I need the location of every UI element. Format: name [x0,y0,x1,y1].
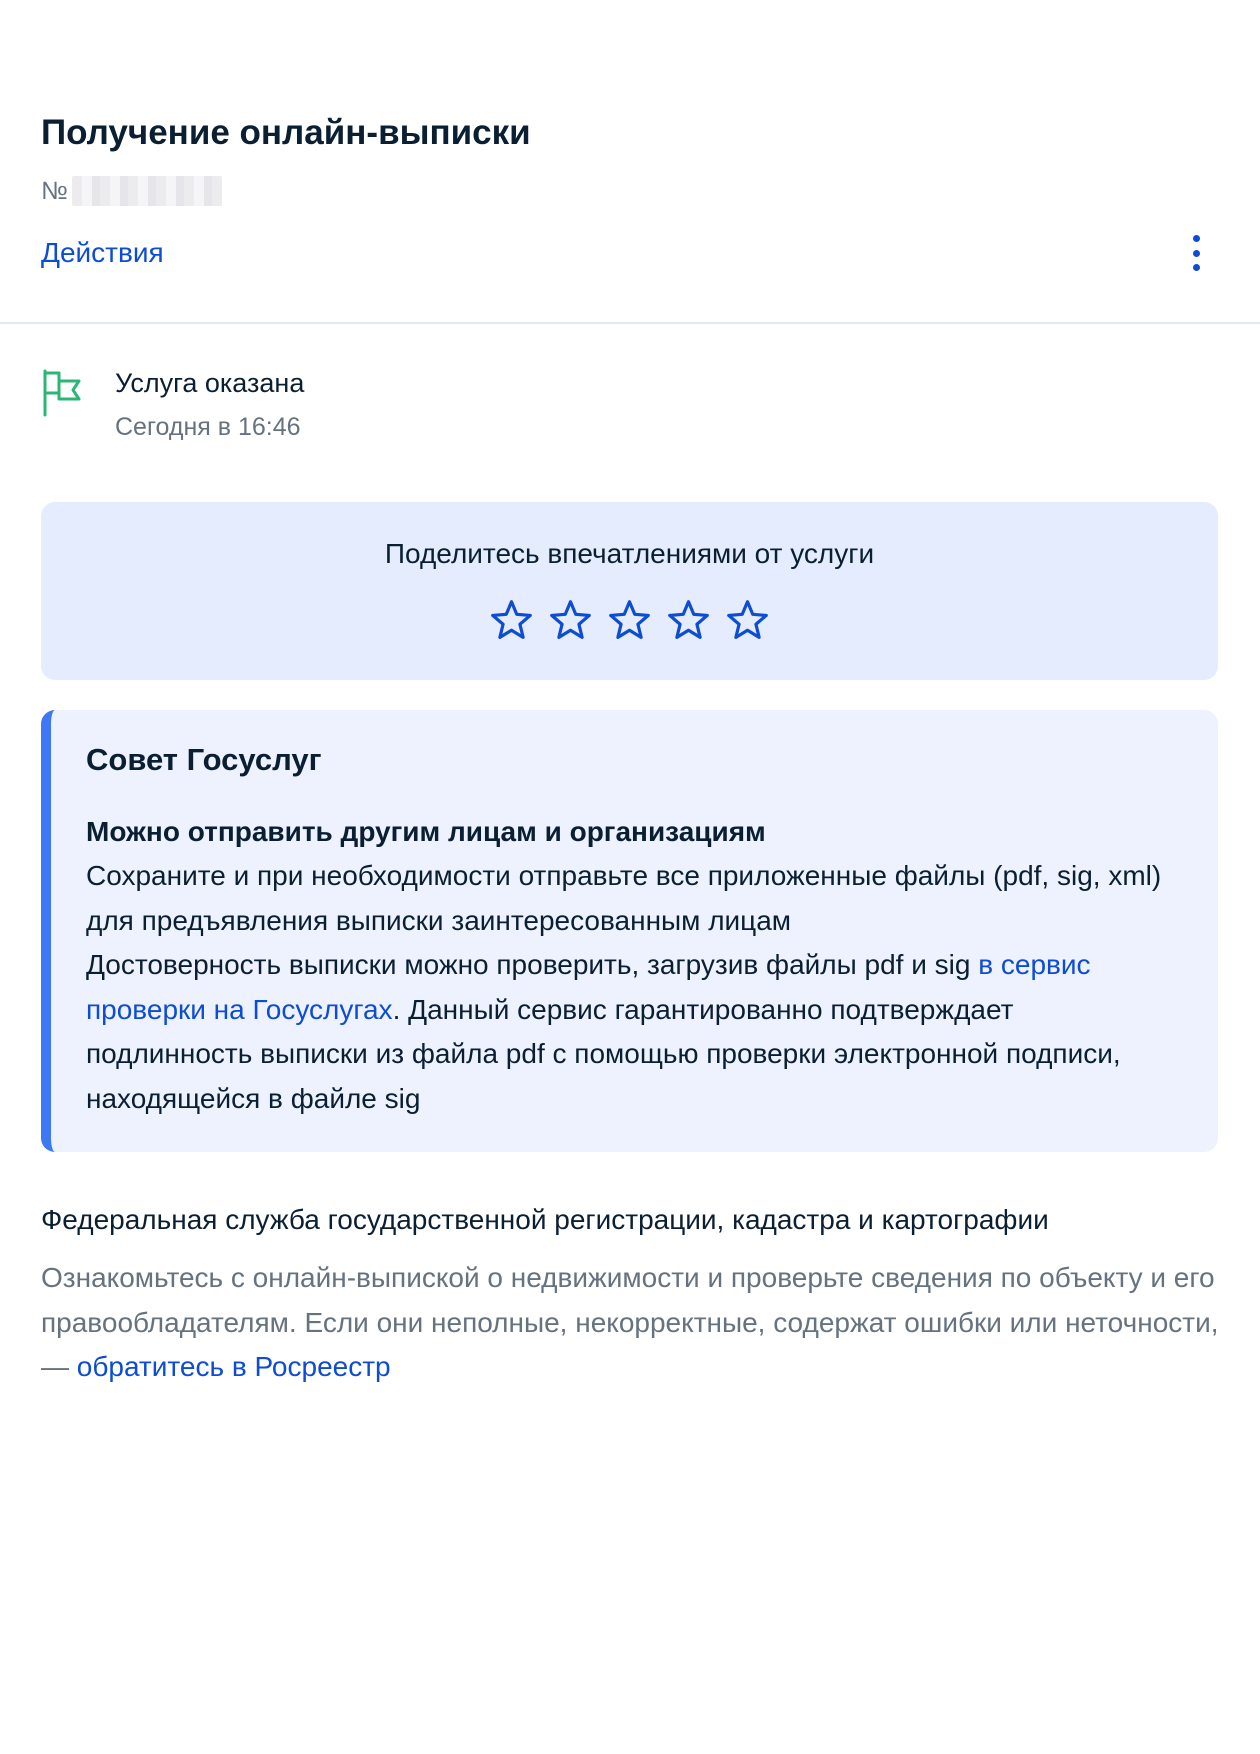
kebab-dot [1192,264,1200,271]
organization-section: Федеральная служба государственной регис… [41,1200,1221,1390]
tip-subtitle: Можно отправить другим лицам и организац… [86,816,766,847]
page-header: Получение онлайн-выписки № Действия [0,0,1260,324]
service-status: Услуга оказана Сегодня в 16:46 [41,366,304,442]
page-title: Получение онлайн-выписки [41,113,531,152]
tip-text: Достоверность выписки можно проверить, з… [86,949,979,980]
tip-card: Совет Госуслуг Можно отправить другим ли… [41,710,1218,1152]
star-outline-icon[interactable] [666,598,711,643]
star-outline-icon[interactable] [607,598,652,643]
star-outline-icon[interactable] [548,598,593,643]
flag-icon [43,369,81,417]
actions-row: Действия [41,233,1220,273]
tip-paragraph-1: Сохраните и при необходимости отправьте … [86,860,1162,936]
status-time: Сегодня в 16:46 [115,413,301,441]
status-info: Услуга оказана Сегодня в 16:46 [115,366,304,442]
actions-link[interactable]: Действия [41,237,164,269]
kebab-dot [1192,235,1200,242]
kebab-dot [1192,249,1200,257]
status-text: Услуга оказана [115,368,305,398]
organization-title: Федеральная служба государственной регис… [41,1204,1049,1235]
rating-card: Поделитесь впечатлениями от услуги [41,502,1218,680]
rating-stars [41,598,1218,643]
number-prefix: № [41,176,68,205]
rosreestr-link[interactable]: обратитесь в Росреестр [77,1351,391,1382]
rating-title: Поделитесь впечатлениями от услуги [384,538,875,569]
tip-title: Совет Госуслуг [86,742,322,777]
organization-description: Ознакомьтесь с онлайн-выпиской о недвижи… [41,1256,1221,1390]
kebab-menu-icon[interactable] [1186,235,1206,271]
star-outline-icon[interactable] [489,598,534,643]
star-outline-icon[interactable] [725,598,770,643]
redacted-number [71,176,222,206]
service-page: Получение онлайн-выписки № Действия Услу… [0,0,1260,1754]
application-number: № [41,174,1220,208]
tip-paragraph-2: Достоверность выписки можно проверить, з… [86,943,1178,1121]
